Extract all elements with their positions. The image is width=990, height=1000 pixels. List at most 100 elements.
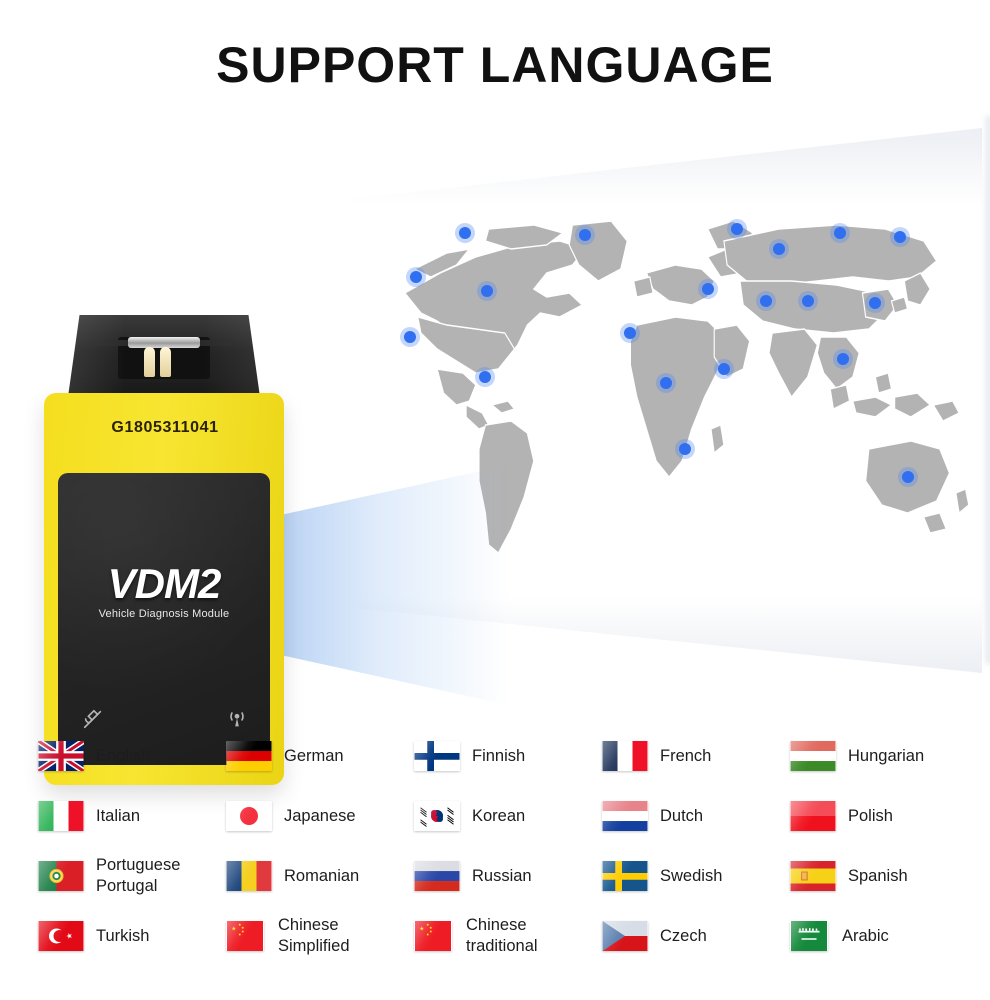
device-black-face: VDM2 Vehicle Diagnosis Module: [58, 473, 270, 765]
connector-slot: [118, 337, 210, 379]
language-row: Turkish Chinese Simplified Chinese tradition…: [0, 908, 990, 964]
language-label: Czech: [660, 926, 707, 945]
language-item: English: [38, 728, 226, 784]
portugal-flag: [38, 861, 84, 891]
map-marker: [833, 349, 854, 369]
uk-flag: [38, 741, 84, 771]
language-label: Swedish: [660, 866, 723, 885]
japan-flag: [226, 801, 272, 831]
south-korea-flag: [414, 801, 460, 831]
language-item: Arabic: [790, 908, 978, 964]
language-item: German: [226, 728, 414, 784]
map-marker: [865, 293, 886, 313]
language-item: Turkish: [38, 908, 226, 964]
language-label: German: [284, 746, 344, 765]
czech-flag: [602, 921, 648, 951]
poland-flag: [790, 801, 836, 831]
germany-flag: [226, 741, 272, 771]
language-item: Spanish: [790, 848, 978, 904]
map-marker: [477, 281, 498, 301]
connector-wing-right: [198, 340, 232, 346]
language-row: Italian Japanese Korean Dutch Polish: [0, 788, 990, 844]
language-item: Hungarian: [790, 728, 978, 784]
vdm2-device: G1805311041 VDM2 Vehicle Diagnosis Modul…: [40, 315, 290, 785]
language-label: Spanish: [848, 866, 908, 885]
language-item: Italian: [38, 788, 226, 844]
map-marker: [829, 223, 850, 243]
obd2-connector-icon: [68, 315, 260, 397]
russia-flag: [414, 861, 460, 891]
language-label: Polish: [848, 806, 893, 825]
italy-flag: [38, 801, 84, 831]
language-item: Korean: [414, 788, 602, 844]
map-marker: [768, 239, 789, 259]
hungary-flag: [790, 741, 836, 771]
map-marker: [726, 219, 747, 239]
map-marker: [713, 359, 734, 379]
turkey-flag: [38, 921, 84, 951]
finland-flag: [414, 741, 460, 771]
language-label: Korean: [472, 806, 526, 825]
map-marker: [655, 373, 676, 393]
map-marker: [889, 227, 910, 247]
map-marker: [755, 291, 776, 311]
language-label: Japanese: [284, 806, 356, 825]
romania-flag: [226, 861, 272, 891]
connector-pin-2: [160, 347, 171, 377]
device-logo-subtitle: Vehicle Diagnosis Module: [98, 608, 230, 620]
device-serial-number: G1805311041: [111, 419, 219, 436]
language-item: Romanian: [226, 848, 414, 904]
language-item: Czech: [602, 908, 790, 964]
map-marker: [797, 291, 818, 311]
connector-pin-1: [144, 347, 155, 377]
sweden-flag: [602, 861, 648, 891]
hero-section: G1805311041 VDM2 Vehicle Diagnosis Modul…: [0, 110, 990, 785]
language-label: Dutch: [660, 806, 704, 825]
language-item: Chinese Simplified: [226, 908, 414, 964]
language-item: Chinese traditional: [414, 908, 602, 964]
language-label: Hungarian: [848, 746, 925, 765]
language-item: Dutch: [602, 788, 790, 844]
language-row: Portuguese Portugal Romanian Russian Swedish…: [0, 848, 990, 904]
china-flag: [226, 921, 264, 951]
language-item: Finnish: [414, 728, 602, 784]
map-panel-edge: [986, 116, 990, 664]
product-marketing-page: SUPPORT LANGUAGE G1805311041 VDM2 Vehicl…: [0, 0, 990, 1000]
language-label: Romanian: [284, 866, 360, 885]
map-marker: [897, 467, 918, 487]
language-flag-grid: English German Finnish French Hungarian Itali…: [0, 728, 990, 990]
map-marker: [697, 279, 718, 299]
page-title: SUPPORT LANGUAGE: [216, 37, 774, 93]
language-item: Portuguese Portugal: [38, 848, 226, 904]
language-label: French: [660, 746, 712, 765]
language-item: Russian: [414, 848, 602, 904]
connector-wing-left: [96, 340, 130, 346]
map-marker: [399, 327, 420, 347]
language-item: Polish: [790, 788, 978, 844]
map-marker: [575, 225, 596, 245]
france-flag: [602, 741, 648, 771]
netherlands-flag: [602, 801, 648, 831]
map-marker: [675, 439, 696, 459]
language-item: French: [602, 728, 790, 784]
device-logo: VDM2 Vehicle Diagnosis Module: [58, 560, 270, 621]
language-row: English German Finnish French Hungarian: [0, 728, 990, 784]
language-label: Turkish: [96, 926, 150, 945]
language-item: Japanese: [226, 788, 414, 844]
power-plug-icon: [82, 708, 104, 730]
language-item: Swedish: [602, 848, 790, 904]
language-label: English: [96, 746, 151, 765]
map-marker: [406, 267, 427, 287]
wireless-signal-icon: [226, 708, 248, 730]
language-label: Chinese traditional: [466, 916, 538, 955]
map-marker: [620, 323, 641, 343]
china-flag: [414, 921, 452, 951]
language-label: Chinese Simplified: [278, 916, 350, 955]
language-label: Russian: [472, 866, 532, 885]
map-marker: [454, 223, 475, 243]
language-label: Portuguese Portugal: [96, 856, 181, 895]
saudi-arabia-flag: [790, 921, 828, 951]
language-label: Italian: [96, 806, 141, 825]
device-logo-text: VDM2: [107, 560, 222, 607]
connector-metal-bar: [128, 337, 200, 348]
